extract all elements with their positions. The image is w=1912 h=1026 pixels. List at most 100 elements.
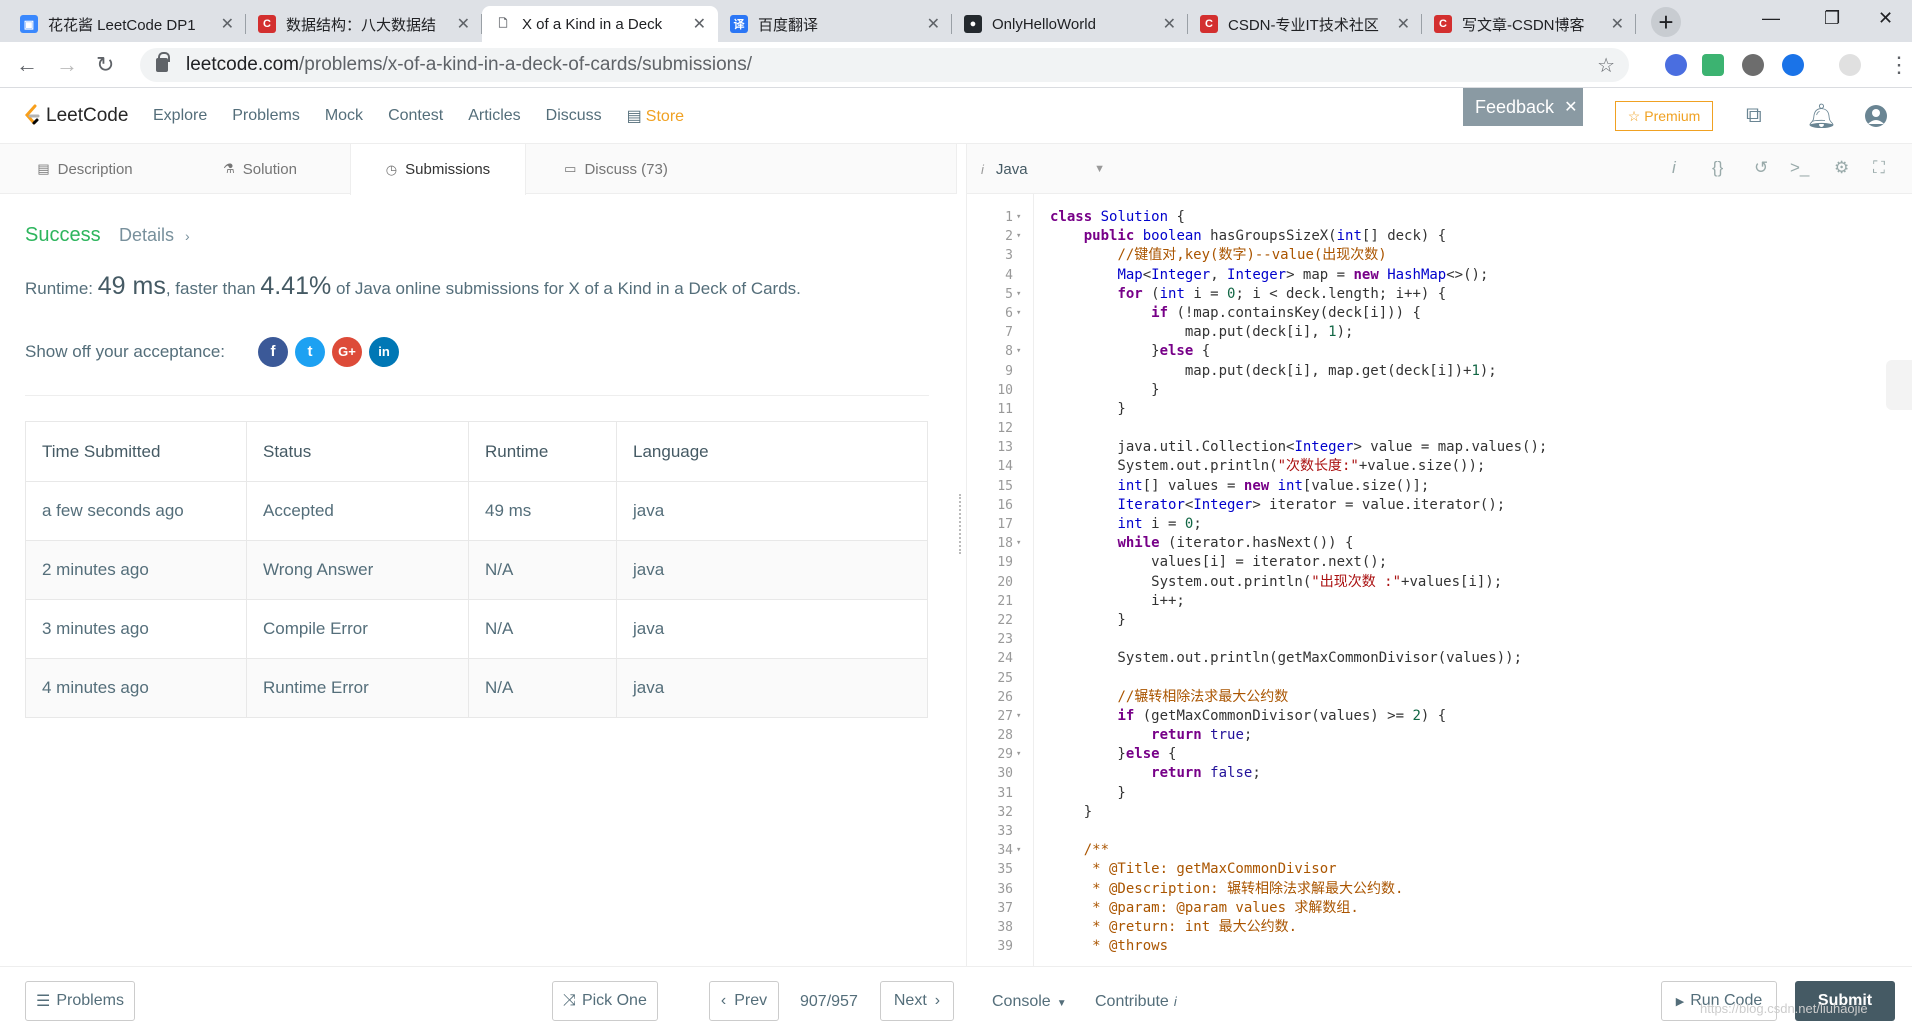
prev-button[interactable]: ‹ Prev <box>709 981 779 1021</box>
user-avatar-icon[interactable] <box>1864 104 1888 128</box>
browser-tab[interactable]: C 数据结构：八大数据结 ✕ <box>246 6 482 42</box>
tab-submissions[interactable]: ◷ Submissions <box>350 144 526 195</box>
nav-articles[interactable]: Articles <box>468 107 520 125</box>
code-line[interactable]: 37 * @param: @param values 求解数组. <box>967 899 1912 918</box>
next-button[interactable]: Next › <box>880 981 954 1021</box>
shield-extension-icon[interactable] <box>1702 54 1724 76</box>
code-line[interactable]: 30 return false; <box>967 764 1912 783</box>
close-tab-icon[interactable]: ✕ <box>1397 14 1410 34</box>
close-window-icon[interactable]: ✕ <box>1878 8 1893 29</box>
close-tab-icon[interactable]: ✕ <box>1163 14 1176 34</box>
playground-icon[interactable]: ⧉ <box>1746 102 1762 128</box>
table-row[interactable]: 2 minutes ago Wrong Answer N/A java <box>25 540 928 600</box>
code-line[interactable]: 25 <box>967 669 1912 688</box>
menu-dots-icon[interactable]: ⋮ <box>1888 52 1910 78</box>
code-line[interactable]: 33 <box>967 822 1912 841</box>
panel-splitter[interactable] <box>957 144 967 966</box>
code-line[interactable]: 17 int i = 0; <box>967 515 1912 534</box>
code-line[interactable]: 21 i++; <box>967 592 1912 611</box>
tab-description[interactable]: ▤ Description <box>0 144 170 194</box>
braces-icon[interactable]: {} <box>1712 158 1723 178</box>
code-line[interactable]: 22 } <box>967 611 1912 630</box>
terminal-icon[interactable]: >_ <box>1790 158 1809 178</box>
reset-icon[interactable]: ↺ <box>1754 158 1768 178</box>
fold-icon[interactable]: ▾ <box>1016 745 1026 764</box>
code-line[interactable]: 12 <box>967 419 1912 438</box>
nav-contest[interactable]: Contest <box>388 107 443 125</box>
tab-solution[interactable]: ⚗ Solution <box>170 144 350 194</box>
code-line[interactable]: 19 values[i] = iterator.next(); <box>967 553 1912 572</box>
browser-tab[interactable]: ● OnlyHelloWorld ✕ <box>952 6 1188 42</box>
bell-icon[interactable]: 🔔︎ <box>1806 102 1836 131</box>
linkedin-icon[interactable]: in <box>369 337 399 367</box>
premium-button[interactable]: ☆ Premium <box>1615 101 1713 131</box>
browser-tab[interactable]: C CSDN-专业IT技术社区 ✕ <box>1188 6 1422 42</box>
translate-extension-icon[interactable] <box>1665 54 1687 76</box>
console-toggle[interactable]: Console ▼ <box>992 993 1067 1011</box>
code-line[interactable]: 3 //键值对,key(数字)--value(出现次数) <box>967 246 1912 265</box>
nav-discuss[interactable]: Discuss <box>546 107 602 125</box>
code-line[interactable]: 32 } <box>967 803 1912 822</box>
fold-icon[interactable]: ▾ <box>1016 208 1026 227</box>
code-line[interactable]: 38 * @return: int 最大公约数. <box>967 918 1912 937</box>
new-tab-button[interactable]: + <box>1651 7 1681 37</box>
code-line[interactable]: 31 } <box>967 784 1912 803</box>
code-line[interactable]: 4 Map<Integer, Integer> map = new HashMa… <box>967 266 1912 285</box>
tab-discuss[interactable]: ▭ Discuss (73) <box>526 144 706 194</box>
facebook-icon[interactable]: f <box>258 337 288 367</box>
pick-one-button[interactable]: ⤨ Pick One <box>552 981 658 1021</box>
fold-icon[interactable]: ▾ <box>1016 841 1026 860</box>
code-line[interactable]: 34 ▾ /** <box>967 841 1912 860</box>
nav-explore[interactable]: Explore <box>153 107 207 125</box>
code-line[interactable]: 8 ▾ }else { <box>967 342 1912 361</box>
fold-icon[interactable]: ▾ <box>1016 534 1026 553</box>
profile-avatar[interactable] <box>1839 54 1861 76</box>
browser-tab[interactable]: ▣ 花花酱 LeetCode DP1 ✕ <box>8 6 246 42</box>
code-line[interactable]: 9 map.put(deck[i], map.get(deck[i])+1); <box>967 362 1912 381</box>
code-line[interactable]: 1 ▾ class Solution { <box>967 208 1912 227</box>
restore-icon[interactable]: ❐ <box>1824 8 1840 29</box>
code-line[interactable]: 29 ▾ }else { <box>967 745 1912 764</box>
feedback-button[interactable]: Feedback ✕ <box>1463 88 1583 126</box>
fold-icon[interactable]: ▾ <box>1016 342 1026 361</box>
fold-icon[interactable]: ▾ <box>1016 227 1026 246</box>
info-icon[interactable]: i <box>1672 158 1676 178</box>
code-line[interactable]: 24 System.out.println(getMaxCommonDiviso… <box>967 649 1912 668</box>
code-line[interactable]: 11 } <box>967 400 1912 419</box>
problems-list-button[interactable]: ☰ Problems <box>25 981 135 1021</box>
bookmark-star-icon[interactable]: ☆ <box>1597 53 1615 78</box>
gear-extension-icon[interactable] <box>1742 54 1764 76</box>
browser-tab[interactable]: C 写文章-CSDN博客 ✕ <box>1422 6 1636 42</box>
close-icon[interactable]: ✕ <box>1564 97 1577 117</box>
twitter-icon[interactable]: t <box>295 337 325 367</box>
nav-problems[interactable]: Problems <box>232 107 300 125</box>
drag-handle[interactable] <box>959 494 963 554</box>
video-extension-icon[interactable] <box>1782 54 1804 76</box>
code-line[interactable]: 2 ▾ public boolean hasGroupsSizeX(int[] d… <box>967 227 1912 246</box>
cell-status[interactable]: Wrong Answer <box>246 540 469 600</box>
code-line[interactable]: 23 <box>967 630 1912 649</box>
side-panel-tab[interactable] <box>1886 360 1912 410</box>
back-icon[interactable]: ← <box>16 52 38 78</box>
code-line[interactable]: 14 System.out.println("次数长度:"+value.size… <box>967 457 1912 476</box>
code-line[interactable]: 6 ▾ if (!map.containsKey(deck[i])) { <box>967 304 1912 323</box>
code-line[interactable]: 16 Iterator<Integer> iterator = value.it… <box>967 496 1912 515</box>
forward-icon[interactable]: → <box>56 52 78 78</box>
code-line[interactable]: 15 int[] values = new int[value.size()]; <box>967 477 1912 496</box>
code-line[interactable]: 20 System.out.println("出现次数 :"+values[i]… <box>967 573 1912 592</box>
leetcode-logo[interactable]: LeetCode <box>24 104 128 128</box>
browser-tab[interactable]: 🗋 X of a Kind in a Deck ✕ <box>482 6 718 42</box>
code-line[interactable]: 13 java.util.Collection<Integer> value =… <box>967 438 1912 457</box>
code-line[interactable]: 10 } <box>967 381 1912 400</box>
code-line[interactable]: 7 map.put(deck[i], 1); <box>967 323 1912 342</box>
code-line[interactable]: 27 ▾ if (getMaxCommonDivisor(values) >= 2… <box>967 707 1912 726</box>
fold-icon[interactable]: ▾ <box>1016 304 1026 323</box>
close-tab-icon[interactable]: ✕ <box>693 14 706 34</box>
language-select[interactable]: i Java ▼ <box>973 153 1113 185</box>
browser-tab[interactable]: 译百度翻译 ✕ <box>718 6 952 42</box>
table-row[interactable]: a few seconds ago Accepted 49 ms java <box>25 481 928 541</box>
code-editor[interactable]: 1 ▾ class Solution {2 ▾ public boolean hasG… <box>967 194 1912 966</box>
cell-status[interactable]: Accepted <box>246 481 469 541</box>
code-line[interactable]: 5 ▾ for (int i = 0; i < deck.length; i++)… <box>967 285 1912 304</box>
google-plus-icon[interactable]: G+ <box>332 337 362 367</box>
